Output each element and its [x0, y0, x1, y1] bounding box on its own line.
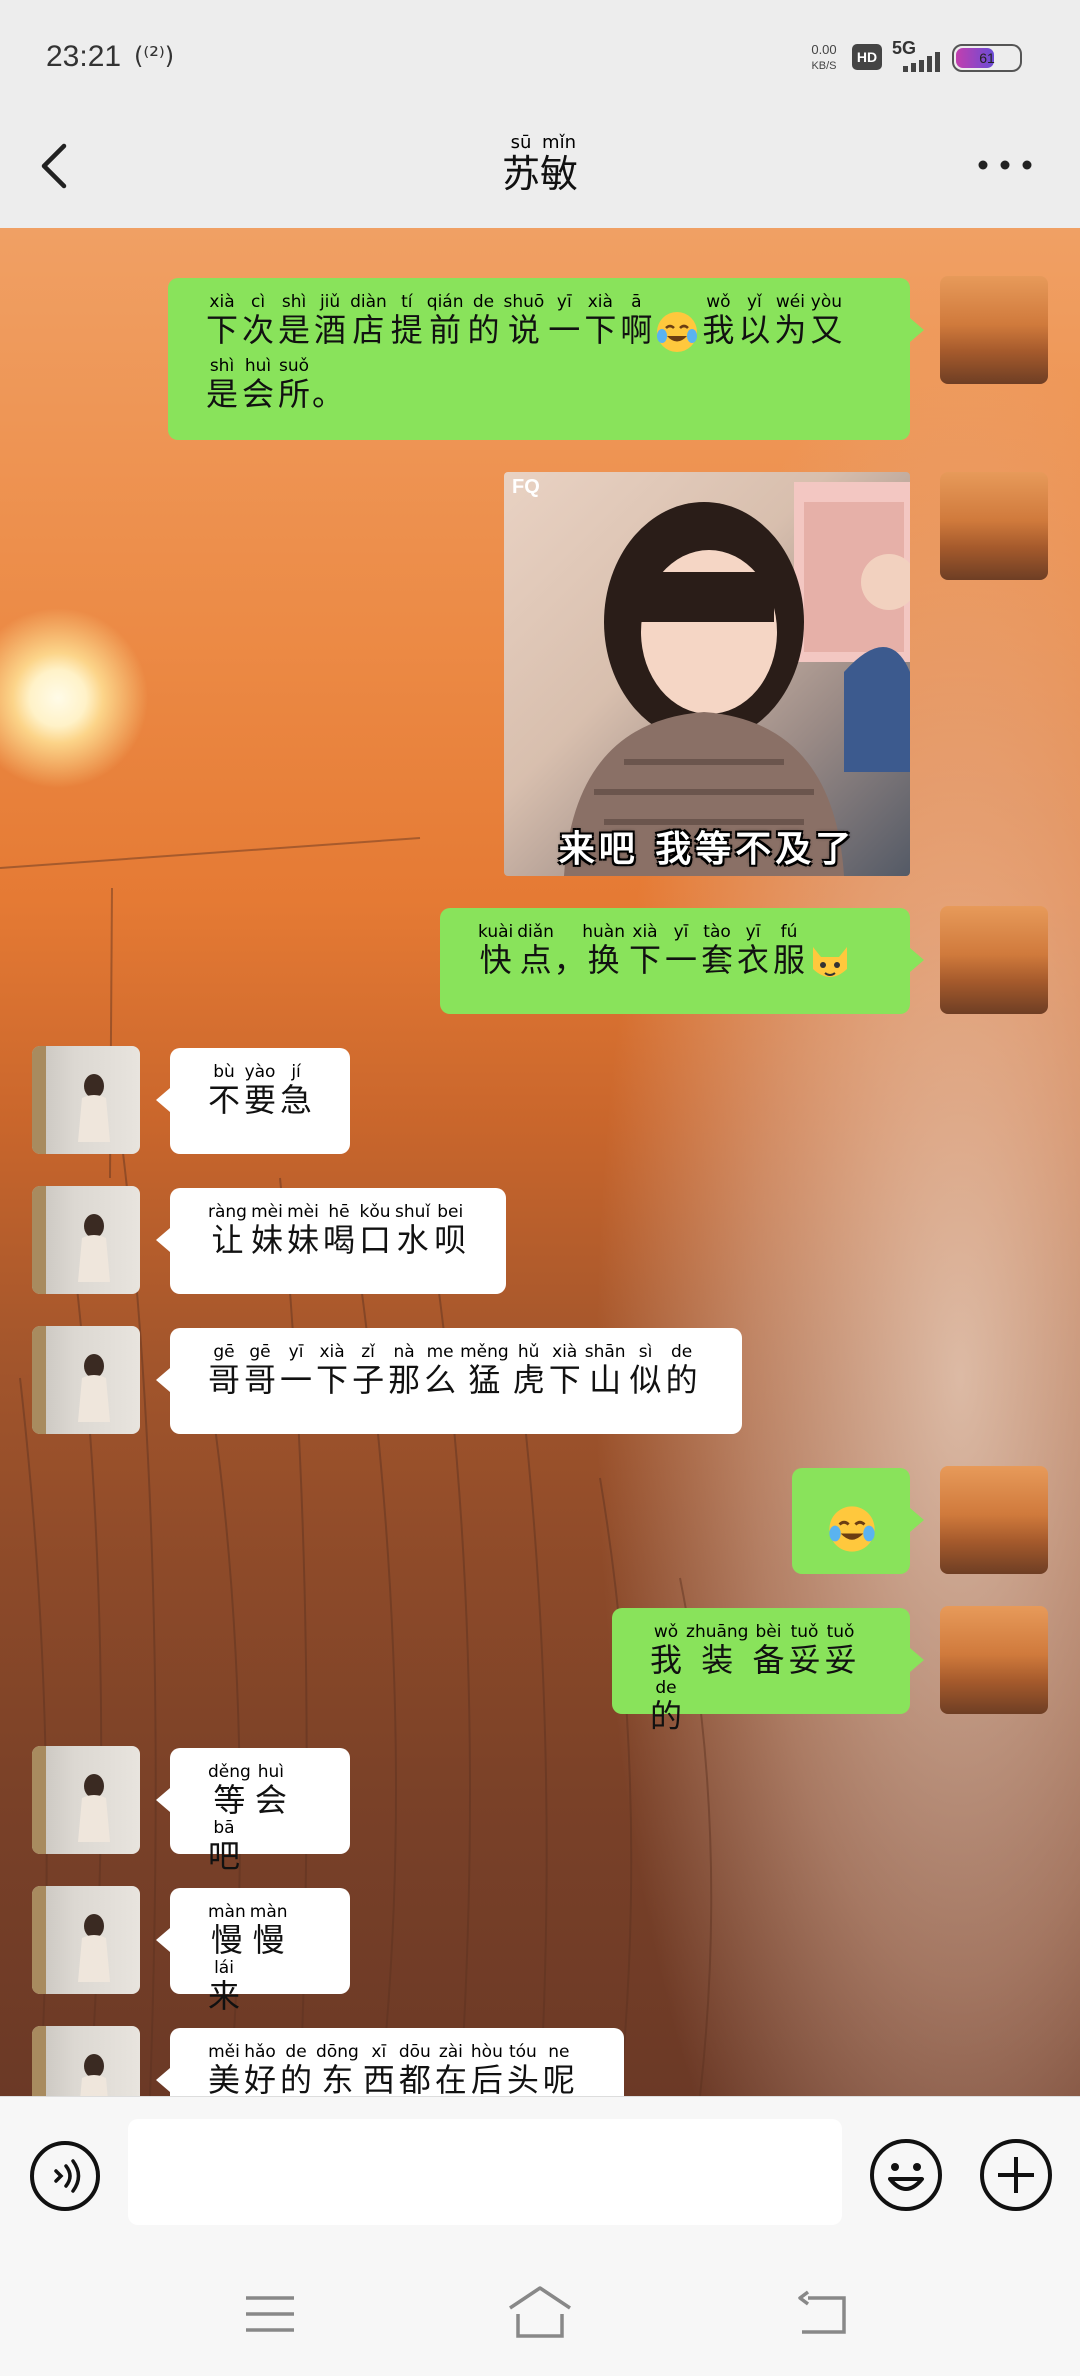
signal-icon	[903, 52, 940, 72]
input-bar	[0, 2096, 1080, 2252]
chat-header: 苏sū敏mǐn	[0, 110, 1080, 228]
plus-circle-icon[interactable]	[978, 2137, 1054, 2213]
avatar[interactable]	[32, 1046, 140, 1154]
speed-unit: KB/S	[811, 60, 837, 72]
voice-icon[interactable]	[28, 2139, 102, 2213]
sticker-caption: 来吧 我等不及了	[558, 829, 856, 870]
message-input[interactable]	[128, 2119, 842, 2225]
message-bubble-received[interactable]: 美měi好hǎo的de东dōng西xī都dōu在zài后hòu头tóu呢ne	[156, 2028, 624, 2096]
home-icon[interactable]	[504, 2282, 576, 2342]
battery-percent: 61	[979, 50, 995, 66]
contact-name: 苏sū敏mǐn	[501, 132, 579, 196]
avatar[interactable]	[940, 1606, 1048, 1714]
face-with-tears-of-joy-icon	[829, 1506, 875, 1552]
message-bubble-sent[interactable]: 快kuài点diǎn，换huàn下xià一yī套tào衣yī服fú	[440, 908, 924, 1014]
message-bubble-received[interactable]: 哥gē哥gē一yī下xià子zǐ那nà么me猛měng虎hǔ下xià山shān似…	[156, 1328, 742, 1434]
cat-face-icon	[813, 947, 848, 977]
message-bubble-sent[interactable]: 下xià次cì是shì酒jiǔ店diàn提tí前qián的de说shuō一yī下…	[168, 278, 924, 440]
more-horizontal-icon[interactable]	[970, 140, 1040, 190]
status-bar: 23:21 (⁽²⁾) 0.00 KB/S HD 5G 61	[0, 0, 1080, 110]
message-bubble-sent[interactable]: 我wǒ装zhuāng备bèi妥tuǒ妥tuǒ的de	[612, 1608, 924, 1735]
chat-area[interactable]: 下xià次cì是shì酒jiǔ店diàn提tí前qián的de说shuō一yī下…	[0, 228, 1080, 2096]
network-speed: 0.00 KB/S	[806, 42, 842, 74]
sticker-image[interactable]: FQ 来吧 我等不及了	[504, 472, 910, 876]
sticker-illustration	[564, 482, 910, 876]
avatar[interactable]	[940, 276, 1048, 384]
battery-icon: 61	[952, 44, 1022, 72]
message-bubble-received[interactable]: 等děng会huì吧bā	[156, 1748, 350, 1875]
menu-icon[interactable]	[240, 2288, 300, 2340]
system-nav-bar	[0, 2252, 1080, 2376]
avatar[interactable]	[32, 1746, 140, 1854]
avatar[interactable]	[940, 906, 1048, 1014]
avatar[interactable]	[32, 1326, 140, 1434]
message-bubble-sent[interactable]	[792, 1468, 924, 1574]
message-bubble-received[interactable]: 慢màn慢màn来lái	[156, 1888, 350, 2015]
hd-badge: HD	[852, 44, 882, 70]
avatar[interactable]	[32, 2026, 140, 2096]
avatar[interactable]	[940, 472, 1048, 580]
hotspot-icon: (⁽²⁾)	[134, 42, 175, 70]
message-bubble-received[interactable]: 不bù要yào急jí	[156, 1048, 350, 1154]
avatar[interactable]	[32, 1186, 140, 1294]
face-with-tears-of-joy-icon	[657, 312, 698, 352]
message-bubble-received[interactable]: 让ràng妹mèi妹mèi喝hē口kǒu水shuǐ呗bei	[156, 1188, 506, 1294]
smiley-icon[interactable]	[868, 2137, 944, 2213]
back-icon[interactable]	[792, 2288, 852, 2340]
speed-value: 0.00	[811, 42, 837, 57]
status-time: 23:21	[46, 40, 122, 73]
page-title: 苏sū敏mǐn	[0, 132, 1080, 198]
sticker-logo: FQ	[512, 476, 540, 498]
avatar[interactable]	[940, 1466, 1048, 1574]
avatar[interactable]	[32, 1886, 140, 1994]
